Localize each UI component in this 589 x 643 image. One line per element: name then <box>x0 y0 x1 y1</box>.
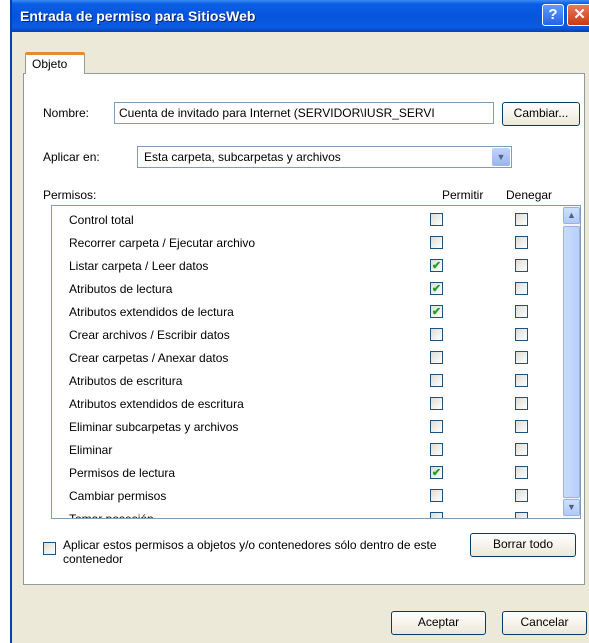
deny-checkbox[interactable] <box>515 236 528 249</box>
allow-checkbox[interactable] <box>430 213 443 226</box>
allow-checkbox[interactable] <box>430 512 443 518</box>
allow-checkbox[interactable]: ✔ <box>430 466 443 479</box>
allow-checkbox[interactable] <box>430 397 443 410</box>
permission-row: Recorrer carpeta / Ejecutar archivo <box>52 231 552 254</box>
permission-row: Atributos extendidos de escritura <box>52 392 552 415</box>
permission-row: Control total <box>52 208 552 231</box>
permission-name: Eliminar <box>69 443 113 457</box>
permission-name: Crear carpetas / Anexar datos <box>69 351 229 365</box>
tab-objeto[interactable]: Objeto <box>25 52 85 74</box>
permission-name: Atributos de lectura <box>69 282 173 296</box>
permission-row: Eliminar subcarpetas y archivos <box>52 415 552 438</box>
permission-name: Atributos de escritura <box>69 374 183 388</box>
allow-checkbox[interactable] <box>430 420 443 433</box>
permission-name: Recorrer carpeta / Ejecutar archivo <box>69 236 256 250</box>
close-button[interactable]: ✕ <box>567 4 589 26</box>
name-label: Nombre: <box>43 106 90 120</box>
allow-checkbox[interactable]: ✔ <box>430 305 443 318</box>
deny-column-header: Denegar <box>506 188 553 202</box>
allow-checkbox[interactable]: ✔ <box>430 259 443 272</box>
apply-on-value: Esta carpeta, subcarpetas y archivos <box>144 150 341 164</box>
cancel-button[interactable]: Cancelar <box>502 611 587 635</box>
permission-row: Permisos de lectura ✔ <box>52 461 552 484</box>
deny-checkbox[interactable] <box>515 420 528 433</box>
permissions-scrollbar[interactable]: ▲ ▼ <box>563 206 580 518</box>
permission-name: Atributos extendidos de lectura <box>69 305 234 319</box>
deny-checkbox[interactable] <box>515 213 528 226</box>
allow-checkbox[interactable] <box>430 328 443 341</box>
deny-checkbox[interactable] <box>515 489 528 502</box>
permission-name: Listar carpeta / Leer datos <box>69 259 209 273</box>
allow-checkbox[interactable] <box>430 236 443 249</box>
permission-row: Crear archivos / Escribir datos <box>52 323 552 346</box>
permission-row: Eliminar <box>52 438 552 461</box>
allow-column-header: Permitir <box>442 188 484 202</box>
allow-checkbox[interactable] <box>430 489 443 502</box>
permission-name: Eliminar subcarpetas y archivos <box>69 420 239 434</box>
permission-row: Crear carpetas / Anexar datos <box>52 346 552 369</box>
permission-row: Atributos de escritura <box>52 369 552 392</box>
allow-checkbox[interactable] <box>430 351 443 364</box>
deny-checkbox[interactable] <box>515 259 528 272</box>
deny-checkbox[interactable] <box>515 374 528 387</box>
deny-checkbox[interactable] <box>515 512 528 518</box>
permission-name: Crear archivos / Escribir datos <box>69 328 230 342</box>
permission-name: Permisos de lectura <box>69 466 176 480</box>
apply-only-container-label: Aplicar estos permisos a objetos y/o con… <box>63 538 437 566</box>
allow-checkbox[interactable] <box>430 374 443 387</box>
deny-checkbox[interactable] <box>515 397 528 410</box>
name-field[interactable]: Cuenta de invitado para Internet (SERVID… <box>114 102 494 124</box>
permission-name: Tomar posesión <box>69 512 154 519</box>
deny-checkbox[interactable] <box>515 305 528 318</box>
deny-checkbox[interactable] <box>515 466 528 479</box>
apply-on-select[interactable]: Esta carpeta, subcarpetas y archivos ▼ <box>137 146 512 168</box>
permissions-label: Permisos: <box>43 188 97 202</box>
permission-name: Control total <box>69 213 134 227</box>
apply-only-container-checkbox[interactable] <box>43 542 56 555</box>
allow-checkbox[interactable]: ✔ <box>430 282 443 295</box>
permission-row: Listar carpeta / Leer datos ✔ <box>52 254 552 277</box>
scroll-up-icon[interactable]: ▲ <box>563 207 580 224</box>
permission-entry-dialog: Entrada de permiso para SitiosWeb ? ✕ Ob… <box>10 0 589 643</box>
change-button[interactable]: Cambiar... <box>502 102 580 126</box>
scroll-down-icon[interactable]: ▼ <box>563 499 580 516</box>
deny-checkbox[interactable] <box>515 328 528 341</box>
deny-checkbox[interactable] <box>515 351 528 364</box>
scroll-thumb[interactable] <box>563 226 580 498</box>
clear-all-button[interactable]: Borrar todo <box>470 533 576 557</box>
permission-name: Cambiar permisos <box>69 489 167 503</box>
permission-row: Atributos extendidos de lectura ✔ <box>52 300 552 323</box>
permission-name: Atributos extendidos de escritura <box>69 397 244 411</box>
allow-checkbox[interactable] <box>430 443 443 456</box>
chevron-down-icon[interactable]: ▼ <box>492 148 510 166</box>
help-button[interactable]: ? <box>542 4 564 26</box>
title-bar[interactable]: Entrada de permiso para SitiosWeb ? ✕ <box>12 0 589 32</box>
ok-button[interactable]: Aceptar <box>391 611 486 635</box>
apply-on-label: Aplicar en: <box>43 150 100 164</box>
permission-row: Tomar posesión <box>52 507 552 519</box>
deny-checkbox[interactable] <box>515 282 528 295</box>
window-title: Entrada de permiso para SitiosWeb <box>20 8 256 24</box>
permission-row: Cambiar permisos <box>52 484 552 507</box>
deny-checkbox[interactable] <box>515 443 528 456</box>
permissions-list[interactable]: Control total Recorrer carpeta / Ejecutar… <box>51 205 581 519</box>
permission-row: Atributos de lectura ✔ <box>52 277 552 300</box>
